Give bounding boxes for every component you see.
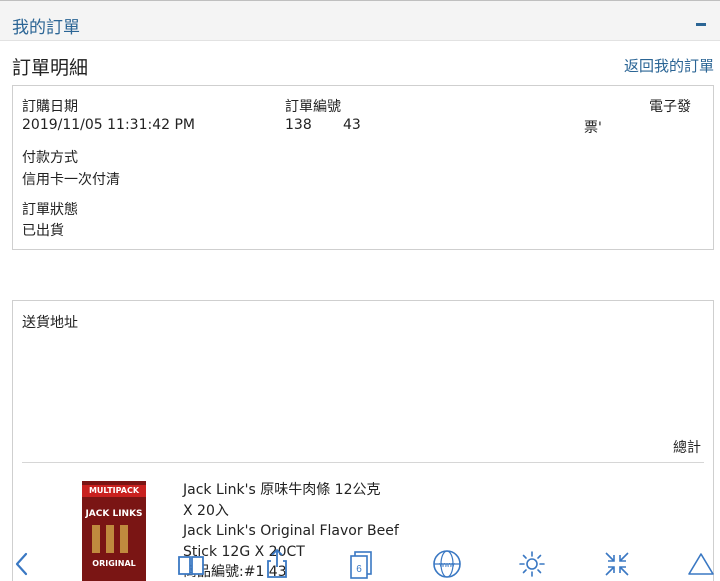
- order-status-value: 已出貨: [22, 223, 64, 239]
- share-icon[interactable]: [260, 547, 294, 581]
- product-name-line[interactable]: Jack Link's 原味牛肉條 12公克: [183, 480, 399, 501]
- order-number-value-b: 43: [343, 117, 361, 133]
- product-image-brand-text: JACK LINKS: [85, 509, 143, 519]
- product-name-line: X 20入: [183, 502, 229, 519]
- product-name-line: Jack Link's Original Flavor Beef: [183, 523, 399, 539]
- shipping-address-label: 送貨地址: [22, 315, 78, 331]
- tabs-count: 6: [356, 564, 362, 575]
- order-date-label: 訂購日期: [22, 99, 78, 115]
- payment-method-label: 付款方式: [22, 150, 78, 166]
- my-orders-title: 我的訂單: [12, 18, 80, 38]
- tabs-icon[interactable]: 6: [345, 547, 379, 581]
- order-number-value-a: 138: [285, 117, 312, 133]
- invoice-value: 票': [584, 120, 602, 136]
- triangle-up-icon[interactable]: [684, 547, 718, 581]
- back-icon[interactable]: [5, 547, 39, 581]
- globe-www-label: www: [438, 562, 455, 569]
- product-image-band-text: MULTIPACK: [82, 485, 146, 497]
- back-to-orders-link[interactable]: 返回我的訂單: [624, 55, 714, 76]
- order-number-label: 訂單編號: [285, 99, 341, 115]
- order-details-title: 訂單明細: [12, 57, 89, 79]
- my-orders-header[interactable]: 我的訂單: [0, 1, 720, 41]
- total-label: 總計: [673, 440, 701, 456]
- order-info-panel: [12, 85, 714, 250]
- payment-method-value: 信用卡一次付清: [22, 172, 120, 188]
- order-date-value: 2019/11/05 11:31:42 PM: [22, 117, 195, 133]
- globe-icon[interactable]: www: [430, 547, 464, 581]
- book-icon[interactable]: [174, 547, 208, 581]
- browser-toolbar: 6 www: [0, 547, 720, 581]
- brightness-icon[interactable]: [515, 547, 549, 581]
- collapse-arrows-icon[interactable]: [600, 547, 634, 581]
- invoice-label: 電子發: [649, 99, 691, 115]
- order-status-label: 訂單狀態: [22, 202, 78, 218]
- minus-collapse-icon[interactable]: [696, 23, 706, 26]
- section-divider: [22, 462, 704, 463]
